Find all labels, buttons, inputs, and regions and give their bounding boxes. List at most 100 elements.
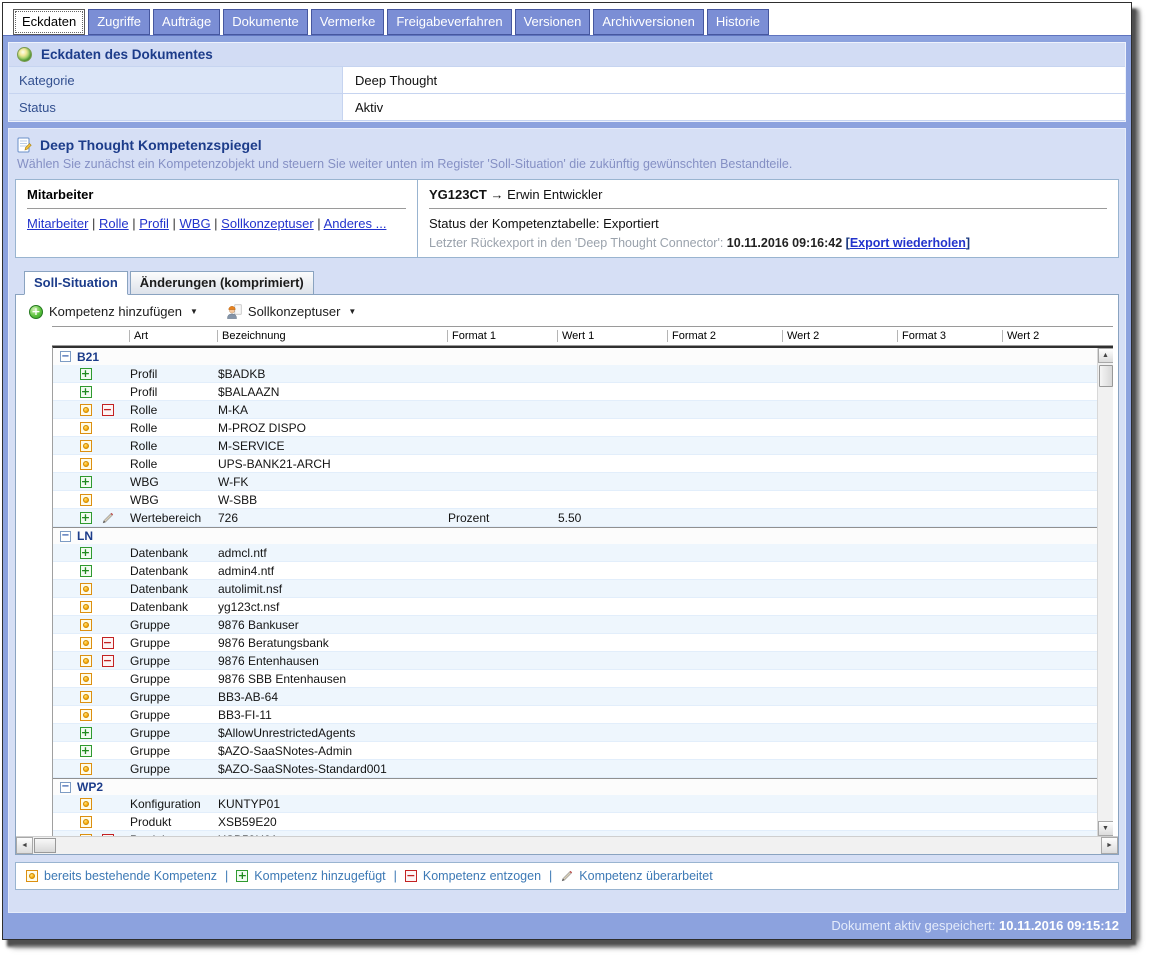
competence-row[interactable]: Datenbankautolimit.nsf	[53, 580, 1097, 598]
competence-row[interactable]: −RolleM-KA	[53, 401, 1097, 419]
collapse-icon[interactable]: −	[60, 351, 71, 362]
grid-header-format-2[interactable]: Format 2	[667, 330, 782, 342]
edited-competence-icon	[101, 511, 114, 524]
grid-header-art[interactable]: Art	[129, 330, 217, 342]
link-rolle[interactable]: Rolle	[99, 216, 129, 231]
cell-bezeichnung: admin4.ntf	[218, 564, 448, 578]
competence-row[interactable]: RolleM-SERVICE	[53, 437, 1097, 455]
grid-header-wert-2[interactable]: Wert 2	[1002, 330, 1113, 342]
vertical-scrollbar[interactable]: ▲ ▼	[1097, 348, 1113, 836]
cell-art: Datenbank	[130, 546, 218, 560]
competence-row[interactable]: +Gruppe$AZO-SaaSNotes-Admin	[53, 742, 1097, 760]
competence-row[interactable]: + Datenbankadmcl.ntf	[53, 544, 1097, 562]
competence-row[interactable]: +Gruppe$AllowUnrestrictedAgents	[53, 724, 1097, 742]
tab-zugriffe[interactable]: Zugriffe	[88, 9, 150, 35]
link-mitarbeiter[interactable]: Mitarbeiter	[27, 216, 88, 231]
collapse-icon[interactable]: −	[60, 531, 71, 542]
row-icons	[53, 457, 130, 470]
tab-auftr-ge[interactable]: Aufträge	[153, 9, 220, 35]
grid-header-wert-2[interactable]: Wert 2	[782, 330, 897, 342]
group-row-wp2[interactable]: −WP2	[53, 778, 1097, 795]
vertical-scroll-thumb[interactable]	[1099, 365, 1113, 387]
row-icons	[53, 421, 130, 434]
scroll-up-button[interactable]: ▲	[1098, 348, 1114, 363]
competence-row[interactable]: RolleUPS-BANK21-ARCH	[53, 455, 1097, 473]
removed-competence-icon: −	[102, 637, 114, 649]
eckdaten-panel: Eckdaten des Dokumentes Kategorie Deep T…	[8, 42, 1126, 122]
competence-row[interactable]: −Gruppe9876 Entenhausen	[53, 652, 1097, 670]
competence-row[interactable]: Gruppe$AZO-SaaSNotes-Standard001	[53, 760, 1097, 778]
tab-dokumente[interactable]: Dokumente	[223, 9, 307, 35]
add-competence-label: Kompetenz hinzufügen	[49, 304, 182, 319]
cell-art: Gruppe	[130, 636, 218, 650]
cell-bezeichnung: admcl.ntf	[218, 546, 448, 560]
table-status-line: Status der Kompetenztabelle: Exportiert	[429, 216, 1107, 231]
competence-row[interactable]: −ProduktXSB59H01	[53, 831, 1097, 836]
grid-header-format-3[interactable]: Format 3	[897, 330, 1002, 342]
competence-row[interactable]: +Profil$BALAAZN	[53, 383, 1097, 401]
competence-row[interactable]: WBGW-SBB	[53, 491, 1097, 509]
tab-historie[interactable]: Historie	[707, 9, 769, 35]
grid-header-bezeichnung[interactable]: Bezeichnung	[217, 330, 447, 342]
tab-eckdaten[interactable]: Eckdaten	[13, 9, 85, 35]
row-icons: +	[53, 564, 130, 577]
tab-vermerke[interactable]: Vermerke	[311, 9, 385, 35]
scroll-left-button[interactable]: ◄	[16, 837, 33, 854]
add-competence-button[interactable]: + Kompetenz hinzufügen ▼	[29, 304, 198, 319]
edited-competence-icon	[560, 870, 573, 883]
competence-row[interactable]: GruppeBB3-FI-11	[53, 706, 1097, 724]
competence-row[interactable]: RolleM-PROZ DISPO	[53, 419, 1097, 437]
competence-row[interactable]: Gruppe9876 SBB Entenhausen	[53, 670, 1097, 688]
competence-row[interactable]: Datenbankyg123ct.nsf	[53, 598, 1097, 616]
removed-competence-icon: −	[102, 655, 114, 667]
existing-competence-icon	[80, 798, 92, 810]
group-row-ln[interactable]: −LN	[53, 527, 1097, 544]
competence-row[interactable]: +Datenbankadmin4.ntf	[53, 562, 1097, 580]
competence-row[interactable]: +Wertebereich726Prozent5.50	[53, 509, 1097, 527]
person-icon	[226, 304, 242, 319]
competence-row[interactable]: GruppeBB3-AB-64	[53, 688, 1097, 706]
legend-separator: |	[225, 869, 228, 883]
kompetenzspiegel-title: Deep Thought Kompetenzspiegel	[40, 137, 262, 153]
link-profil[interactable]: Profil	[139, 216, 169, 231]
competence-row[interactable]: Gruppe9876 Bankuser	[53, 616, 1097, 634]
save-status-timestamp: 10.11.2016 09:15:12	[999, 918, 1119, 933]
collapse-icon[interactable]: −	[60, 782, 71, 793]
competence-row[interactable]: ProduktXSB59E20	[53, 813, 1097, 831]
scroll-down-button[interactable]: ▼	[1098, 821, 1114, 836]
existing-competence-icon	[80, 458, 92, 470]
row-icons: +	[53, 511, 130, 524]
link-anderes[interactable]: Anderes ...	[324, 216, 387, 231]
horizontal-scrollbar[interactable]: ◄ ►	[16, 836, 1118, 854]
grid-header-format-1[interactable]: Format 1	[447, 330, 557, 342]
competence-row[interactable]: +Profil$BADKB	[53, 365, 1097, 383]
cell-bezeichnung: $AZO-SaaSNotes-Admin	[218, 744, 448, 758]
removed-competence-icon: −	[102, 834, 114, 837]
competence-row[interactable]: +WBGW-FK	[53, 473, 1097, 491]
grid-header-wert-1[interactable]: Wert 1	[557, 330, 667, 342]
link-wbg[interactable]: WBG	[180, 216, 211, 231]
sollkonzeptuser-button[interactable]: Sollkonzeptuser ▼	[226, 304, 356, 319]
group-name: LN	[77, 529, 93, 543]
tab-freigabeverfahren[interactable]: Freigabeverfahren	[387, 9, 511, 35]
added-competence-icon: +	[236, 870, 248, 882]
competence-row[interactable]: −Gruppe9876 Beratungsbank	[53, 634, 1097, 652]
scroll-track[interactable]	[56, 837, 1101, 854]
divider	[27, 208, 406, 209]
horizontal-scroll-thumb[interactable]	[34, 838, 56, 853]
group-row-b21[interactable]: −B21	[53, 348, 1097, 365]
link-sollkonzeptuser[interactable]: Sollkonzeptuser	[221, 216, 314, 231]
added-competence-icon: +	[80, 547, 92, 559]
cell-bezeichnung: 9876 Entenhausen	[218, 654, 448, 668]
tab-versionen[interactable]: Versionen	[515, 9, 591, 35]
subtab-soll-situation[interactable]: Soll-Situation	[24, 271, 128, 295]
cell-bezeichnung: UPS-BANK21-ARCH	[218, 457, 448, 471]
subtab-nderungen-komprimiert[interactable]: Änderungen (komprimiert)	[130, 271, 314, 295]
row-icons: +	[53, 726, 130, 739]
competence-row[interactable]: KonfigurationKUNTYP01	[53, 795, 1097, 813]
app-window: EckdatenZugriffeAufträgeDokumenteVermerk…	[2, 2, 1132, 940]
scroll-right-button[interactable]: ►	[1101, 837, 1118, 854]
document-edit-icon	[17, 137, 32, 153]
export-repeat-link[interactable]: Export wiederholen	[850, 236, 966, 250]
tab-archivversionen[interactable]: Archivversionen	[593, 9, 704, 35]
